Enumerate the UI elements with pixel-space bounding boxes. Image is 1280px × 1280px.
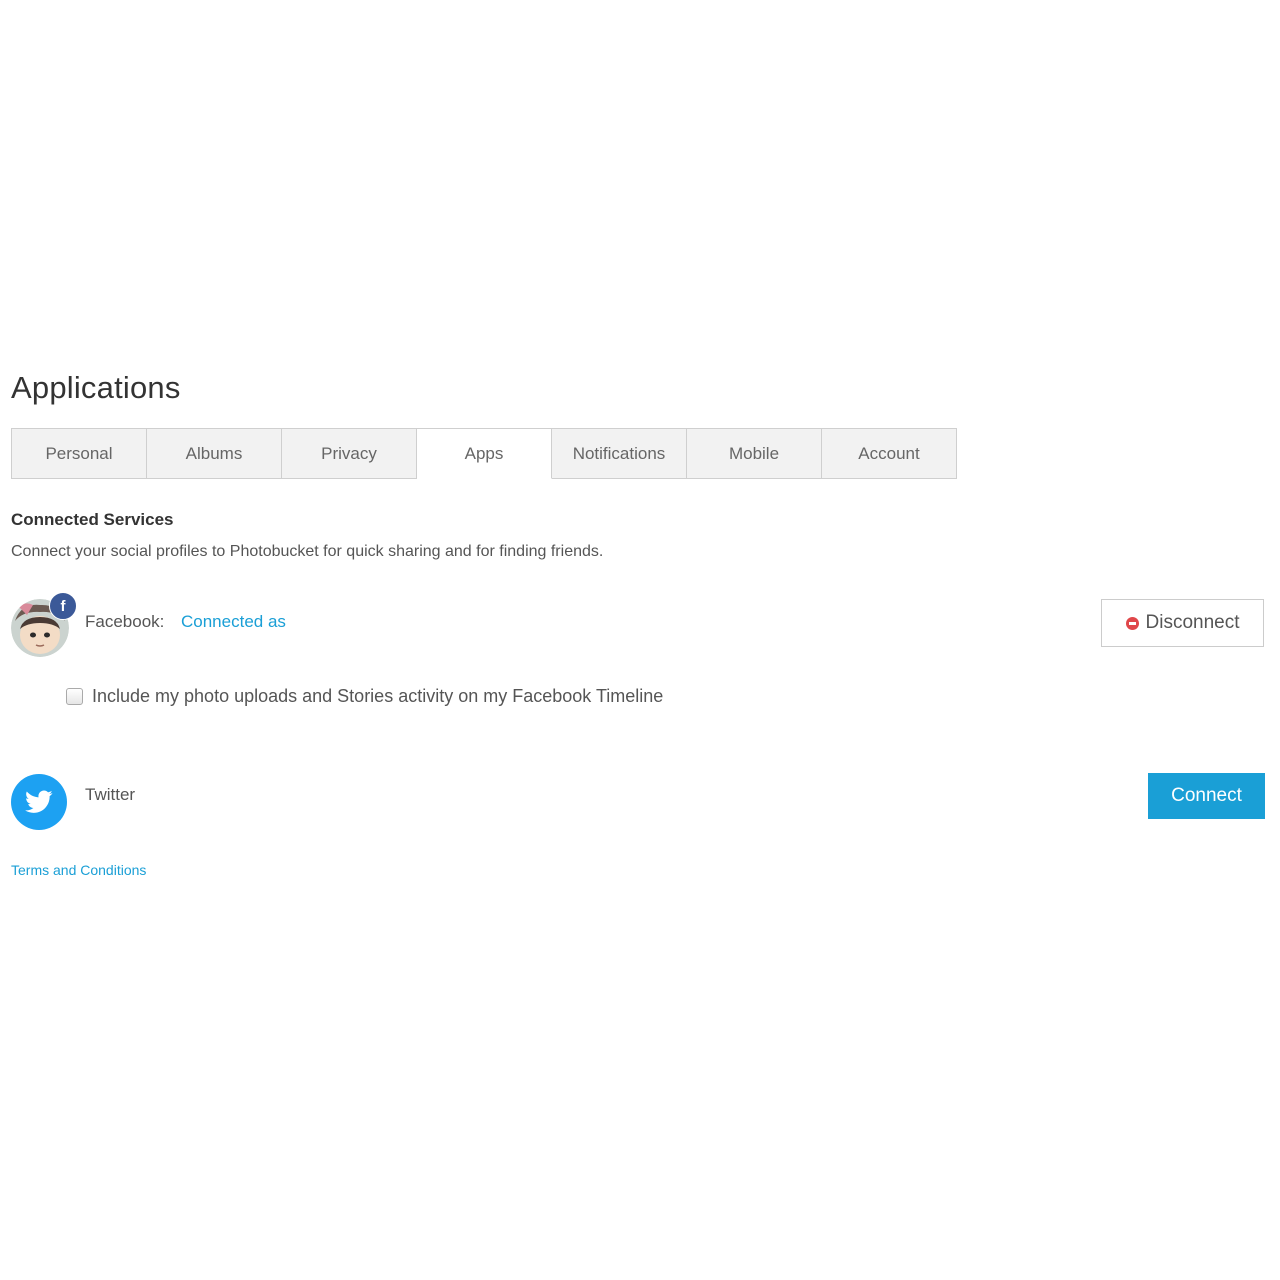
- connected-services-description: Connect your social profiles to Photobuc…: [11, 543, 604, 560]
- page-title: Applications: [11, 370, 181, 405]
- facebook-connected-status-link[interactable]: Connected as: [181, 612, 286, 632]
- tab-albums[interactable]: Albums: [147, 428, 282, 479]
- settings-tabs: Personal Albums Privacy Apps Notificatio…: [11, 428, 957, 479]
- tab-account[interactable]: Account: [822, 428, 957, 479]
- settings-page: Applications Personal Albums Privacy App…: [0, 0, 1280, 1280]
- facebook-timeline-option: Include my photo uploads and Stories act…: [66, 686, 663, 707]
- facebook-timeline-checkbox[interactable]: [66, 688, 83, 705]
- twitter-icon: [11, 774, 67, 830]
- tab-mobile[interactable]: Mobile: [687, 428, 822, 479]
- twitter-bird-icon: [25, 790, 53, 813]
- connected-services-heading: Connected Services: [11, 510, 174, 529]
- facebook-timeline-label[interactable]: Include my photo uploads and Stories act…: [92, 686, 663, 707]
- terms-and-conditions-link[interactable]: Terms and Conditions: [11, 862, 146, 878]
- tab-apps[interactable]: Apps: [417, 428, 552, 479]
- twitter-connect-button[interactable]: Connect: [1148, 773, 1265, 819]
- facebook-label: Facebook:: [85, 612, 165, 631]
- disconnect-button-label: Disconnect: [1145, 612, 1240, 633]
- facebook-user-avatar: f: [11, 592, 77, 657]
- tab-notifications[interactable]: Notifications: [552, 428, 687, 479]
- tab-personal[interactable]: Personal: [11, 428, 147, 479]
- minus-circle-icon: [1125, 616, 1139, 630]
- tab-privacy[interactable]: Privacy: [282, 428, 417, 479]
- facebook-icon: f: [49, 592, 77, 620]
- twitter-label: Twitter: [85, 785, 136, 804]
- facebook-disconnect-button[interactable]: Disconnect: [1101, 599, 1264, 647]
